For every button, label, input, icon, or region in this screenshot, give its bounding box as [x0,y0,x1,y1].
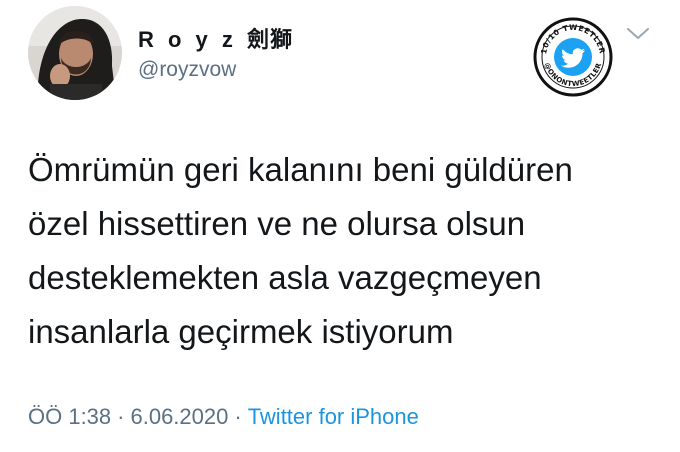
display-name-suffix: 劍獅 [247,27,294,52]
display-name-text: R o y z [138,27,237,52]
avatar-image [28,6,122,100]
chevron-down-icon[interactable] [625,26,651,42]
tweet-line: insanlarla geçirmek istiyorum [28,313,454,350]
tweet-time[interactable]: ÖÖ 1:38 [28,404,111,429]
meta-separator: · [234,404,242,429]
watermark-stamp: 10/10 TWEETLER @ONONTWEETLER [533,17,613,97]
tweet-line: özel hissettiren ve ne olursa olsun [28,205,526,242]
avatar[interactable] [28,6,122,100]
tweet-date[interactable]: 6.06.2020 [130,404,228,429]
tweet-source-link[interactable]: Twitter for iPhone [248,404,419,429]
tweet-meta: ÖÖ 1:38 · 6.06.2020 · Twitter for iPhone [28,404,419,430]
tweet-card: R o y z 劍獅 @royzvow 10/10 TWEETLER @ONON… [0,0,680,452]
user-handle[interactable]: @royzvow [138,58,236,82]
meta-separator: · [117,404,125,429]
tweet-line: desteklemekten asla vazgeçmeyen [28,259,542,296]
display-name[interactable]: R o y z 劍獅 [138,22,293,54]
tweet-text: Ömrümün geri kalanını beni güldüren özel… [28,143,658,359]
tweet-line: Ömrümün geri kalanını beni güldüren [28,151,573,188]
